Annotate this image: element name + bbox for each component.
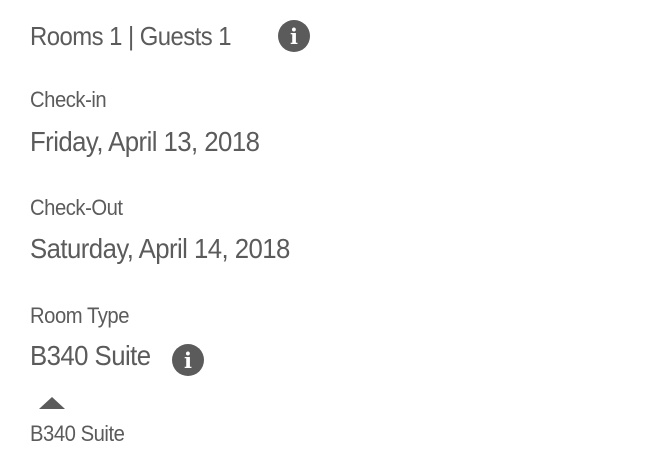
room-info-icon[interactable]: i [172, 344, 204, 376]
room-type-value: B340 Suite [30, 340, 151, 371]
rooms-guests-row: Rooms 1 | Guests 1 i [30, 19, 310, 53]
checkin-label: Check-in [30, 87, 107, 112]
caret-up-icon[interactable] [39, 397, 65, 409]
info-icon[interactable]: i [278, 20, 310, 52]
room-type-label: Room Type [30, 303, 130, 328]
checkout-label: Check-Out [30, 195, 123, 220]
checkin-value: Friday, April 13, 2018 [30, 126, 260, 157]
rooms-guests-text: Rooms 1 | Guests 1 [30, 20, 232, 51]
checkout-value: Saturday, April 14, 2018 [30, 233, 290, 264]
room-type-row: B340 Suite i [30, 340, 330, 380]
room-type-option[interactable]: B340 Suite [30, 421, 125, 447]
